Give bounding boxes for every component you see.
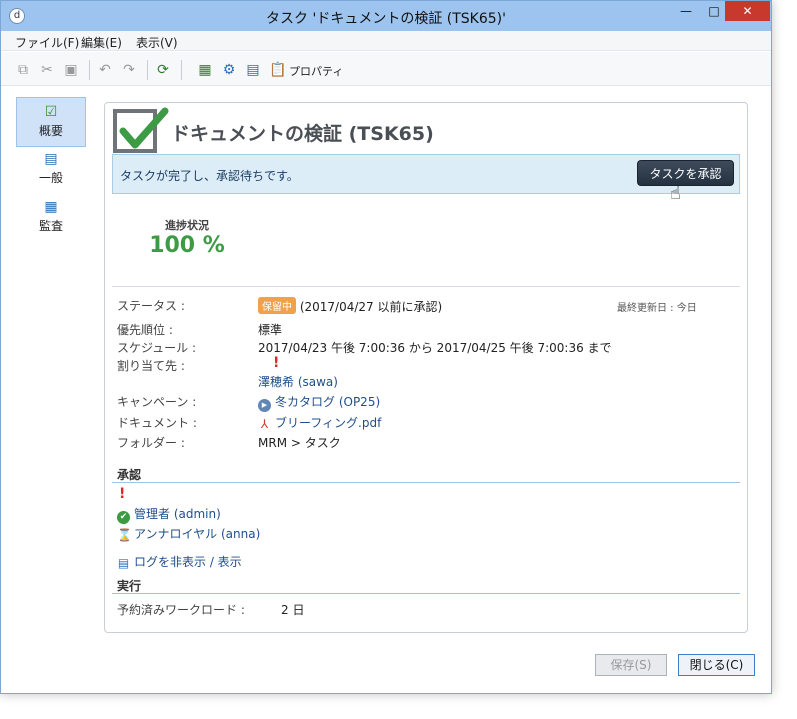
close-button[interactable]: 閉じる(C): [678, 654, 755, 676]
last-updated: 最終更新日 : 今日: [617, 303, 697, 314]
menu-file[interactable]: ファイル(F): [15, 34, 79, 51]
assignee-alert-icon: !: [273, 355, 280, 371]
status-value: (2017/04/27 以前に承認): [299, 300, 443, 314]
status-badge: 保留中: [258, 297, 296, 314]
clipboard-icon: ▤: [44, 151, 58, 167]
divider: [112, 286, 740, 287]
close-window-button[interactable]: ✕: [725, 1, 770, 21]
undo-icon[interactable]: ↶: [97, 62, 113, 78]
campaign-row: ▶ 冬カタログ (OP25): [258, 393, 380, 412]
progress-value: 100 %: [149, 233, 225, 258]
approver-anna-link[interactable]: アンナロイヤル (anna): [134, 527, 260, 541]
workload-value: 2 日: [281, 603, 305, 617]
campaign-link[interactable]: 冬カタログ (OP25): [275, 395, 380, 409]
overview-card: ドキュメントの検証 (TSK65) タスクが完了し、承認待ちです。 タスクを承認…: [104, 102, 748, 633]
approval-heading: 承認: [117, 468, 142, 482]
approver-admin-row: ✔ 管理者 (admin): [117, 505, 221, 524]
title-bar: d タスク 'ドキュメントの検証 (TSK65)' — □ ✕: [1, 1, 771, 31]
execution-divider: [112, 593, 740, 594]
cut-icon[interactable]: ✂: [39, 62, 55, 78]
document-row: ⅄ ブリーフィング.pdf: [258, 414, 382, 431]
status-value-row: 保留中 (2017/04/27 以前に承認): [258, 297, 442, 315]
paste-icon[interactable]: ▣: [63, 62, 79, 78]
toolbar-separator: [89, 60, 90, 80]
approve-task-button[interactable]: タスクを承認: [637, 160, 734, 186]
workload-label: 予約済みワークロード :: [117, 603, 245, 617]
progress-label: 進捗状況: [165, 219, 209, 232]
audit-icon[interactable]: ▤: [245, 62, 261, 78]
campaign-icon: ▶: [258, 399, 271, 412]
task-check-icon: [113, 107, 169, 153]
priority-label: 優先順位 :: [117, 323, 173, 337]
copy-icon[interactable]: ⧉: [15, 62, 31, 78]
folder-label: フォルダー :: [117, 436, 185, 450]
nav-audit-label: 監査: [38, 219, 63, 233]
approved-check-icon: ✔: [117, 511, 130, 524]
toolbar-separator: [147, 60, 148, 80]
assignee-label: 割り当て先 :: [117, 359, 185, 373]
toolbar-separator: [181, 60, 182, 80]
properties-button[interactable]: プロパティ: [289, 63, 343, 79]
nav-audit[interactable]: ▦ 監査: [16, 193, 86, 243]
approver-anna-row: ⌛ アンナロイヤル (anna): [117, 525, 260, 542]
hourglass-icon: ⌛: [117, 528, 132, 542]
menu-view[interactable]: 表示(V): [136, 34, 178, 51]
menu-edit[interactable]: 編集(E): [81, 34, 122, 51]
clipboard-icon[interactable]: 📋: [269, 62, 286, 78]
schedule-label: スケジュール :: [117, 341, 197, 355]
document-link[interactable]: ブリーフィング.pdf: [275, 416, 381, 430]
log-toggle-link[interactable]: ログを非表示 / 表示: [134, 555, 242, 569]
approval-divider: [112, 482, 740, 483]
log-toggle-row: ▤ ログを非表示 / 表示: [117, 553, 242, 570]
settings-gear-icon[interactable]: ⚙: [221, 62, 237, 78]
priority-value: 標準: [258, 323, 283, 337]
schedule-value: 2017/04/23 午後 7:00:36 から 2017/04/25 午後 7…: [258, 341, 612, 355]
nav-general[interactable]: ▤ 一般: [16, 145, 86, 195]
document-label: ドキュメント :: [117, 416, 197, 430]
execution-heading: 実行: [117, 579, 142, 593]
nav-overview-label: 概要: [38, 124, 63, 138]
campaign-label: キャンペーン :: [117, 395, 197, 409]
approver-admin-link[interactable]: 管理者 (admin): [134, 507, 221, 521]
pdf-icon: ⅄: [260, 417, 269, 431]
nav-overview[interactable]: ☑ 概要: [16, 97, 86, 147]
status-label: ステータス :: [117, 299, 185, 313]
status-banner: タスクが完了し、承認待ちです。 タスクを承認: [112, 154, 740, 194]
approval-alert-icon: !: [119, 486, 126, 502]
save-button[interactable]: 保存(S): [595, 654, 667, 676]
maximize-button[interactable]: □: [701, 1, 727, 21]
status-message: タスクが完了し、承認待ちです。: [120, 169, 299, 183]
redo-icon[interactable]: ↷: [121, 62, 137, 78]
hand-cursor-icon: ☝: [670, 183, 681, 204]
task-title: ドキュメントの検証 (TSK65): [171, 123, 434, 145]
refresh-icon[interactable]: ⟳: [155, 62, 171, 78]
audit-icon: ▦: [44, 199, 58, 215]
task-window: d タスク 'ドキュメントの検証 (TSK65)' — □ ✕ ファイル(F) …: [0, 0, 772, 694]
log-icon: ▤: [117, 556, 130, 570]
toolbar: ⧉ ✂ ▣ ↶ ↷ ⟳ ▦ ⚙ ▤ 📋 プロパティ: [1, 52, 771, 86]
folder-value: MRM > タスク: [258, 436, 341, 450]
menu-bar: ファイル(F) 編集(E) 表示(V): [1, 31, 771, 51]
window-title: タスク 'ドキュメントの検証 (TSK65)': [266, 11, 506, 27]
minimize-button[interactable]: —: [673, 1, 699, 21]
calculator-icon[interactable]: ▦: [197, 62, 213, 78]
assignee-link[interactable]: 澤穂希 (sawa): [258, 373, 338, 390]
checkbox-icon: ☑: [44, 104, 58, 120]
nav-general-label: 一般: [38, 171, 63, 185]
